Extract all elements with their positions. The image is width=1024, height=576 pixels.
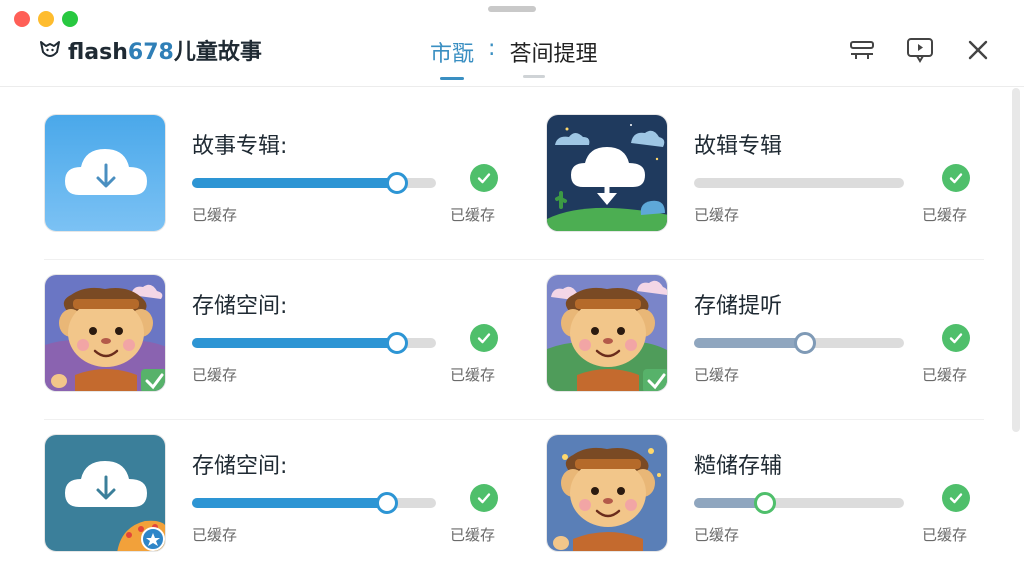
status-text: 已缓存 bbox=[192, 526, 238, 544]
album-item[interactable]: 故辑专辑 已缓存 已缓存 bbox=[546, 114, 1006, 232]
header: flash678儿童故事 市翫 : 荅间提理 bbox=[0, 24, 1024, 86]
item-title: 存储空间: bbox=[192, 294, 288, 319]
monkey-thumbnail bbox=[546, 274, 668, 392]
list-toggle-icon[interactable] bbox=[848, 36, 876, 64]
tab-inactive[interactable]: 荅间提理 bbox=[509, 36, 597, 78]
album-item[interactable]: 故事专辑: 已缓存 已缓存 bbox=[44, 114, 504, 232]
album-item[interactable]: 存储提听 已缓存 已缓存 bbox=[546, 274, 1006, 392]
cloud-download-thumbnail bbox=[44, 114, 166, 232]
grid-row: 故事专辑: 已缓存 已缓存 故辑专辑 已缓存 已缓存 bbox=[44, 100, 984, 260]
status-text: 已缓存 bbox=[694, 206, 740, 224]
status-text-right: 已缓存 bbox=[922, 526, 968, 544]
grid-row: 存储空间: 已缓存 已缓存 bbox=[44, 420, 984, 576]
check-icon bbox=[942, 324, 970, 352]
tab-active[interactable]: 市翫 bbox=[430, 36, 474, 80]
brand-text-3: 儿童故事 bbox=[173, 40, 262, 65]
header-actions bbox=[848, 36, 992, 64]
status-text-right: 已缓存 bbox=[450, 366, 496, 384]
tab-separator: : bbox=[488, 36, 496, 61]
monkey-thumbnail bbox=[546, 434, 668, 552]
app-window: flash678儿童故事 市翫 : 荅间提理 故事专辑: 已缓存 已缓存 故辑专… bbox=[0, 0, 1024, 576]
cloud-download-thumbnail bbox=[44, 434, 166, 552]
item-title: 故辑专辑 bbox=[694, 134, 783, 159]
app-brand: flash678儿童故事 bbox=[38, 34, 262, 66]
album-item[interactable]: 糙储存辅 已缓存 已缓存 bbox=[546, 434, 1006, 552]
close-icon[interactable] bbox=[964, 36, 992, 64]
drag-handle[interactable] bbox=[488, 6, 536, 12]
tab-bar: 市翫 : 荅间提理 bbox=[430, 36, 597, 80]
feedback-icon[interactable] bbox=[906, 36, 934, 64]
progress-slider[interactable] bbox=[192, 492, 436, 514]
status-text: 已缓存 bbox=[694, 526, 740, 544]
status-text-right: 已缓存 bbox=[922, 366, 968, 384]
item-title: 糙储存辅 bbox=[694, 454, 783, 479]
album-item[interactable]: 存储空间: 已缓存 已缓存 bbox=[44, 274, 504, 392]
item-title: 存储提听 bbox=[694, 294, 783, 319]
scrollbar[interactable] bbox=[1012, 88, 1020, 432]
progress-slider[interactable] bbox=[694, 492, 904, 514]
status-text: 已缓存 bbox=[192, 366, 238, 384]
check-icon bbox=[942, 164, 970, 192]
status-text: 已缓存 bbox=[192, 206, 238, 224]
progress-slider[interactable] bbox=[694, 332, 904, 354]
status-text-right: 已缓存 bbox=[922, 206, 968, 224]
check-icon bbox=[942, 484, 970, 512]
album-grid: 故事专辑: 已缓存 已缓存 故辑专辑 已缓存 已缓存 存储空间: 已缓存 已缓存… bbox=[44, 100, 984, 576]
fox-logo-icon bbox=[40, 41, 60, 57]
cloud-night-thumbnail bbox=[546, 114, 668, 232]
status-text-right: 已缓存 bbox=[450, 526, 496, 544]
brand-text-2: 678 bbox=[127, 40, 174, 65]
item-title: 存储空间: bbox=[192, 454, 288, 479]
monkey-thumbnail bbox=[44, 274, 166, 392]
brand-text-1: flash bbox=[68, 40, 128, 65]
progress-slider[interactable] bbox=[694, 178, 904, 188]
grid-row: 存储空间: 已缓存 已缓存 bbox=[44, 260, 984, 420]
progress-slider[interactable] bbox=[192, 332, 436, 354]
check-icon bbox=[470, 324, 498, 352]
status-text-right: 已缓存 bbox=[450, 206, 496, 224]
header-divider bbox=[0, 86, 1024, 87]
check-icon bbox=[470, 484, 498, 512]
album-item[interactable]: 存储空间: 已缓存 已缓存 bbox=[44, 434, 504, 552]
status-text: 已缓存 bbox=[694, 366, 740, 384]
progress-slider[interactable] bbox=[192, 172, 436, 194]
item-title: 故事专辑: bbox=[192, 134, 288, 159]
check-icon bbox=[470, 164, 498, 192]
